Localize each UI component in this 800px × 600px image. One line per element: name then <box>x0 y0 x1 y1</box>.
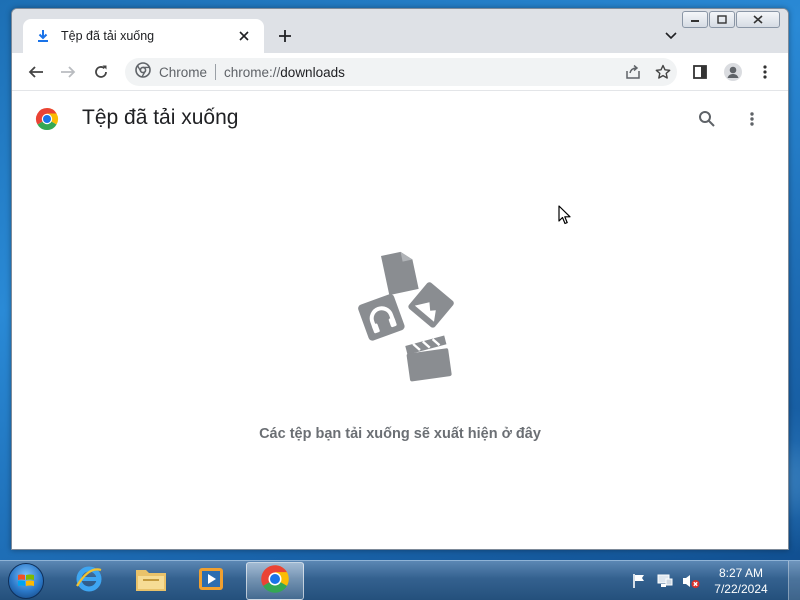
search-downloads-icon[interactable] <box>695 107 719 131</box>
media-player-icon <box>197 565 225 598</box>
chrome-taskbar-icon <box>260 564 290 599</box>
taskbar-chrome[interactable] <box>246 562 304 600</box>
document-icon <box>381 251 419 296</box>
site-chip-label: Chrome <box>159 64 208 80</box>
mouse-cursor-icon <box>558 205 572 225</box>
window-controls <box>682 11 780 28</box>
url-text[interactable]: chrome://downloads <box>224 65 345 80</box>
start-button[interactable] <box>4 561 48 600</box>
share-icon[interactable] <box>623 62 643 82</box>
browser-toolbar: Chrome chrome://downloads <box>12 53 788 91</box>
empty-downloads-illustration <box>337 246 467 396</box>
tab-search-chevron-icon[interactable] <box>660 25 682 47</box>
network-icon[interactable] <box>656 572 674 590</box>
chrome-logo-icon <box>35 107 59 131</box>
tab-strip: Tệp đã tải xuống <box>12 9 788 53</box>
video-clapper-icon <box>405 335 452 382</box>
minimize-button[interactable] <box>682 11 708 28</box>
taskbar-media-player[interactable] <box>182 562 240 600</box>
clock-time: 8:27 AM <box>718 566 764 580</box>
more-actions-icon[interactable] <box>740 107 764 131</box>
url-path: downloads <box>280 64 345 80</box>
restore-button[interactable] <box>709 11 735 28</box>
chrome-menu-icon[interactable] <box>753 60 777 84</box>
back-button[interactable] <box>24 60 48 84</box>
omnibox-separator <box>215 64 217 80</box>
profile-avatar-icon[interactable] <box>721 60 745 84</box>
system-tray: 8:27 AM 7/22/2024 <box>630 561 800 600</box>
side-panel-icon[interactable] <box>688 60 712 84</box>
taskbar-file-explorer[interactable] <box>122 562 180 600</box>
taskbar-internet-explorer[interactable] <box>60 562 118 600</box>
close-window-button[interactable] <box>736 11 780 28</box>
tab-title: Tệp đã tải xuống <box>61 29 155 43</box>
downloads-page: Tệp đã tải xuống Các tệp bạn tải xuống s… <box>12 91 788 549</box>
bookmark-star-icon[interactable] <box>653 62 673 82</box>
clock[interactable]: 8:27 AM 7/22/2024 <box>708 565 774 597</box>
action-center-flag-icon[interactable] <box>630 572 648 590</box>
reload-button[interactable] <box>89 60 113 84</box>
download-icon <box>35 28 51 44</box>
browser-window: Tệp đã tải xuống Chrome chrome://downloa… <box>11 8 789 550</box>
page-header: Tệp đã tải xuống <box>12 91 788 149</box>
tab-close-icon[interactable] <box>234 26 254 46</box>
forward-button[interactable] <box>56 60 80 84</box>
clock-date: 7/22/2024 <box>714 582 768 596</box>
windows-taskbar: 8:27 AM 7/22/2024 <box>0 560 800 600</box>
volume-muted-icon[interactable] <box>682 572 700 590</box>
page-title: Tệp đã tải xuống <box>82 106 239 129</box>
site-chip[interactable]: Chrome <box>135 61 208 83</box>
internet-explorer-icon <box>74 564 104 599</box>
address-bar[interactable]: Chrome chrome://downloads <box>125 58 677 86</box>
chrome-icon <box>135 61 151 83</box>
url-scheme: chrome:// <box>224 64 281 80</box>
new-tab-button[interactable] <box>274 25 296 47</box>
folder-icon <box>135 565 167 598</box>
windows-logo-icon <box>8 563 44 599</box>
empty-state-message: Các tệp bạn tải xuống sẽ xuất hiện ở đây <box>259 426 541 442</box>
tab-downloads[interactable]: Tệp đã tải xuống <box>23 19 264 53</box>
show-desktop-button[interactable] <box>788 561 800 600</box>
audio-icon <box>358 294 405 341</box>
